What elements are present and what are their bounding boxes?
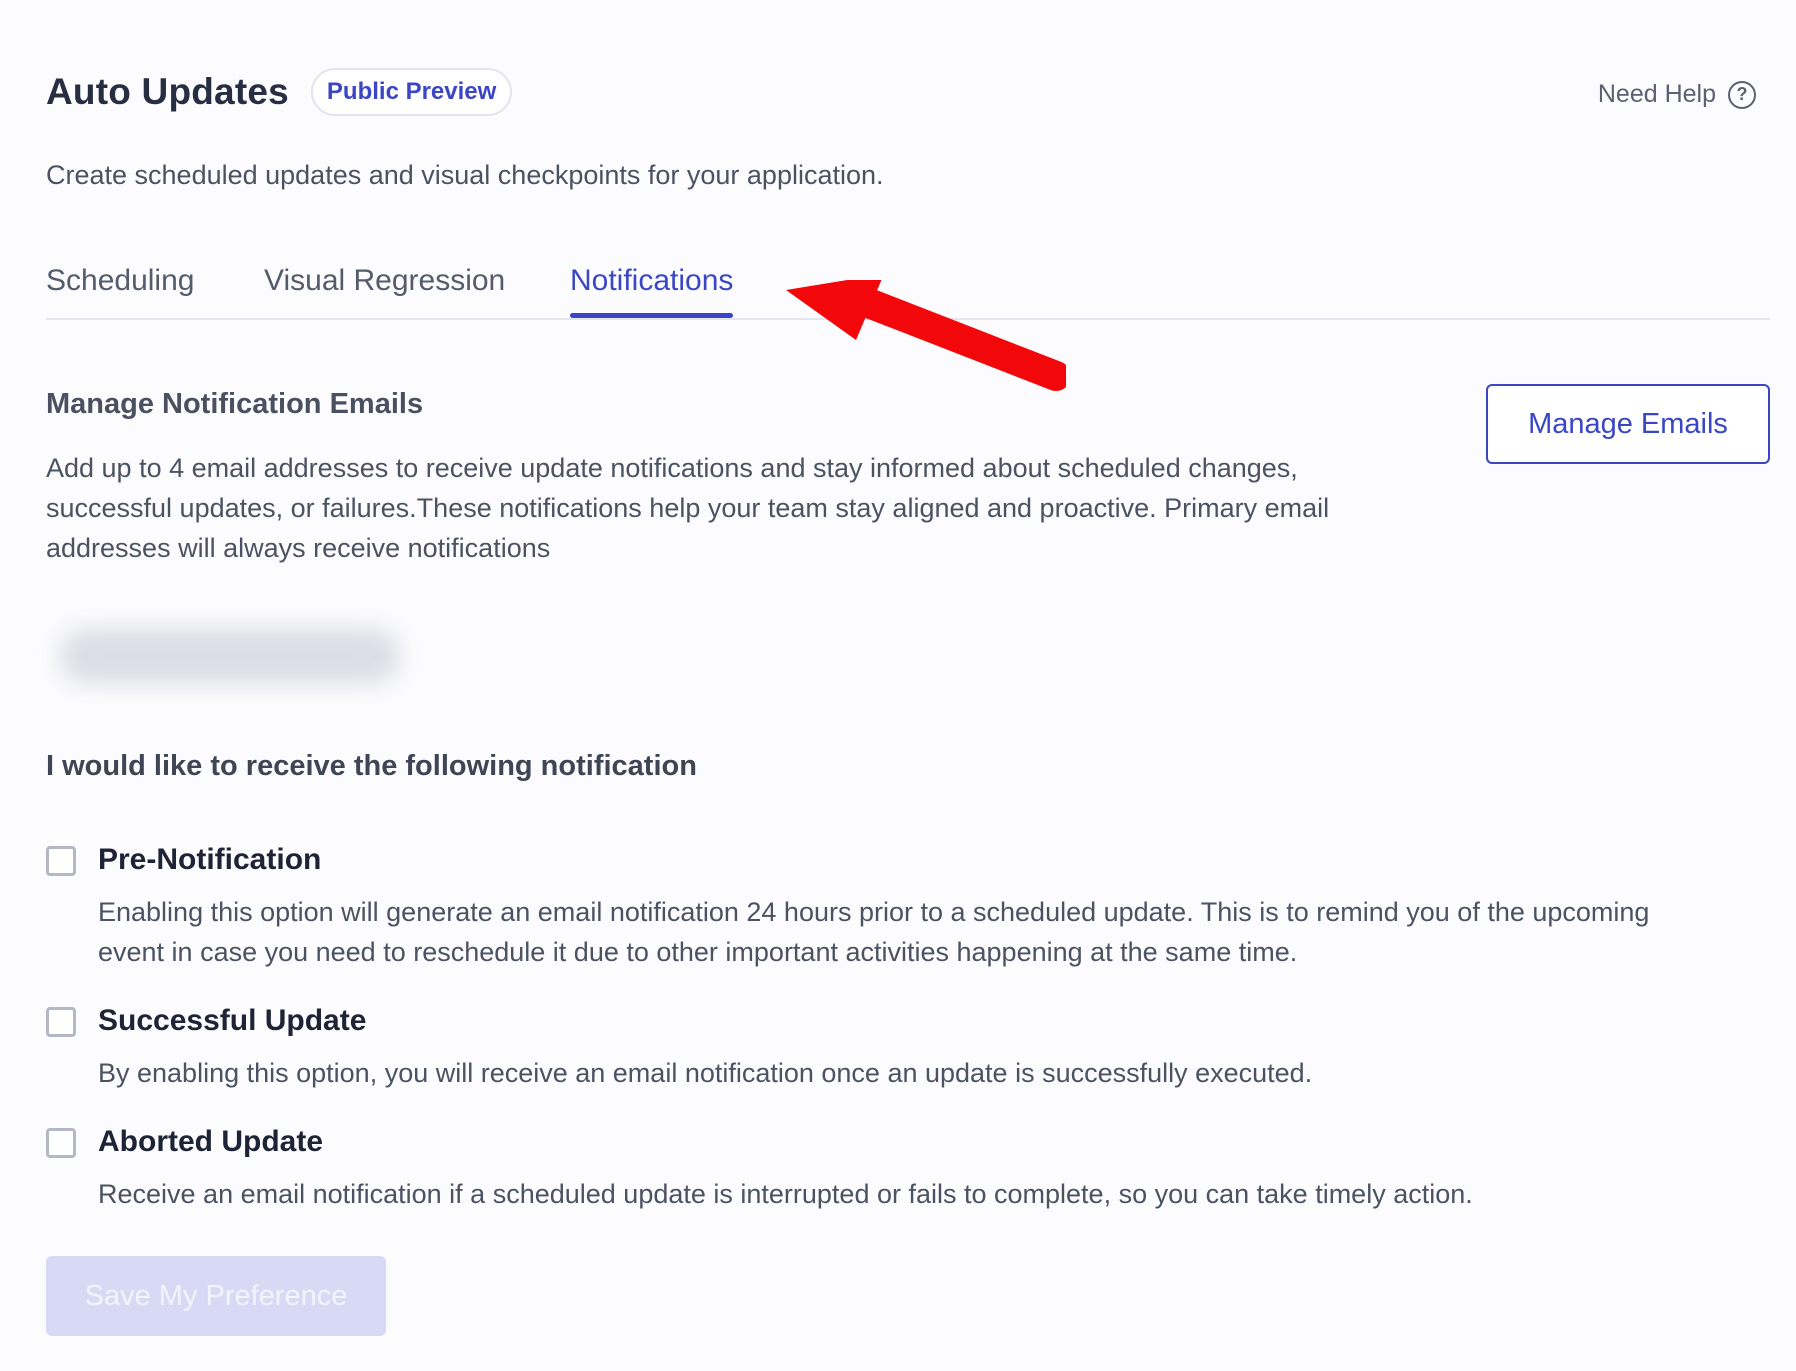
aborted-update-checkbox[interactable]: [46, 1128, 76, 1158]
aborted-update-label: Aborted Update: [98, 1125, 323, 1158]
public-preview-badge: Public Preview: [310, 68, 513, 116]
page-title: Auto Updates: [46, 71, 289, 112]
aborted-update-description: Receive an email notification if a sched…: [98, 1179, 1473, 1209]
successful-update-checkbox[interactable]: [46, 1007, 76, 1037]
question-circle-icon: ?: [1728, 80, 1756, 109]
successful-update-label: Successful Update: [98, 1004, 367, 1037]
notification-preferences-heading: I would like to receive the following no…: [46, 750, 697, 782]
successful-update-description: By enabling this option, you will receiv…: [98, 1058, 1313, 1088]
need-help-label: Need Help: [1597, 80, 1716, 108]
manage-emails-heading: Manage Notification Emails: [46, 388, 424, 420]
need-help-link[interactable]: Need Help ?: [1598, 80, 1756, 109]
page-header: Auto Updates Public Preview: [46, 68, 513, 116]
pre-notification-description: Enabling this option will generate an em…: [98, 897, 1650, 967]
tab-notifications[interactable]: Notifications: [570, 264, 734, 318]
page-subtitle: Create scheduled updates and visual chec…: [46, 160, 884, 190]
tab-visual-regression[interactable]: Visual Regression: [264, 264, 505, 314]
save-preference-button[interactable]: Save My Preference: [46, 1256, 386, 1336]
tab-scheduling[interactable]: Scheduling: [46, 264, 194, 314]
pre-notification-label: Pre-Notification: [98, 843, 322, 876]
manage-emails-description: Add up to 4 email addresses to receive u…: [46, 453, 1330, 563]
red-arrow-annotation: [786, 280, 1066, 391]
auto-updates-page: Auto Updates Public Preview Need Help ? …: [46, 0, 1770, 1371]
redacted-email: [60, 628, 400, 684]
manage-emails-button[interactable]: Manage Emails: [1486, 384, 1770, 464]
pre-notification-checkbox[interactable]: [46, 846, 76, 876]
